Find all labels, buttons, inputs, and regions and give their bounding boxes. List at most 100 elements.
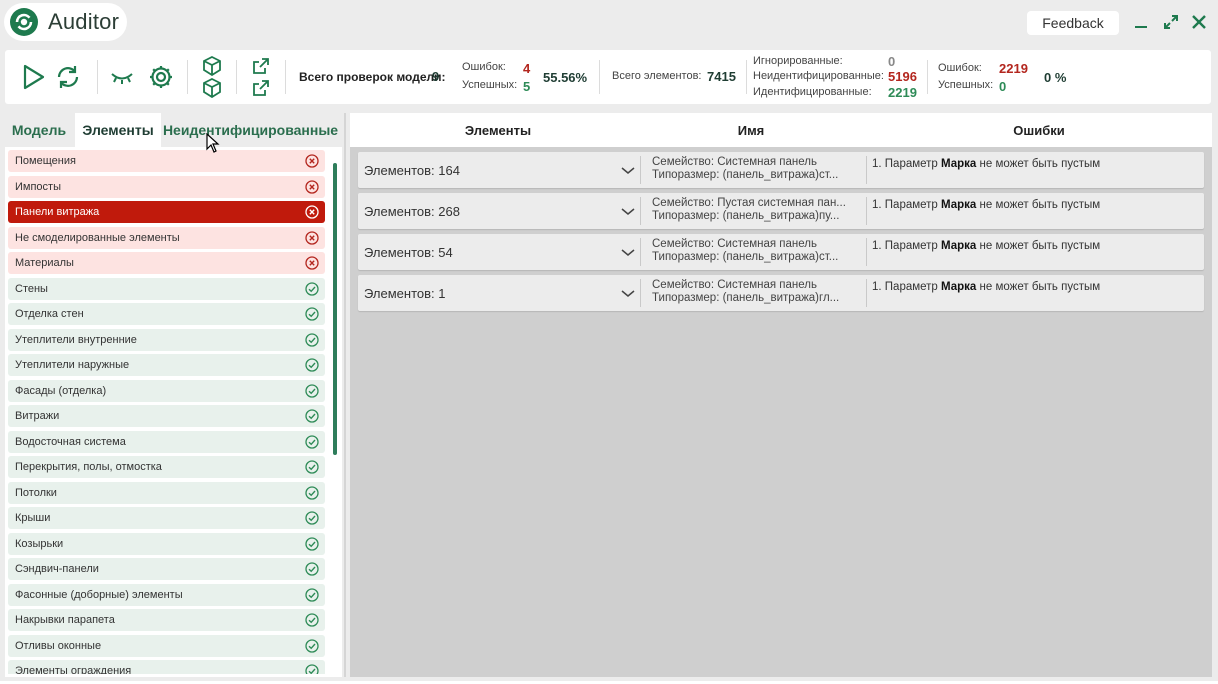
model-checks-value: 9 <box>432 69 440 84</box>
element-success-value: 0 <box>999 79 1007 94</box>
category-item[interactable]: Сэндвич-панели <box>8 558 325 580</box>
close-icon[interactable] <box>1188 11 1210 33</box>
check-circle-icon <box>305 485 319 500</box>
category-label: Водосточная система <box>15 435 126 448</box>
check-circle-icon <box>305 587 319 602</box>
error-parameter: Марка <box>941 281 977 293</box>
category-item[interactable]: Витражи <box>8 405 325 427</box>
chevron-down-icon[interactable] <box>620 245 636 259</box>
type-name: Типоразмер: (панель_витража)пу... <box>652 210 840 222</box>
column-header-errors: Ошибки <box>1013 122 1065 138</box>
title-bar: Auditor Feedback <box>0 0 1218 46</box>
identified-label: Идентифицированные: <box>753 86 872 98</box>
category-item[interactable]: Водосточная система <box>8 430 325 453</box>
eye-closed-icon[interactable] <box>110 66 134 88</box>
element-count: Элементов: 1 <box>364 285 446 301</box>
unidentified-value: 5196 <box>888 69 917 84</box>
category-item[interactable]: Материалы <box>8 252 325 274</box>
results-panel: Элементы Имя Ошибки Элементов: 164 Семейс… <box>350 113 1212 677</box>
check-circle-icon <box>305 307 319 321</box>
category-label: Фасады (отделка) <box>15 384 107 397</box>
category-item[interactable]: Потолки <box>8 481 325 504</box>
element-name: Семейство: Системная панель Типоразмер: (… <box>652 238 862 264</box>
tab-unidentified[interactable]: Неидентифицированные <box>163 113 338 147</box>
category-item[interactable]: Стены <box>8 277 325 300</box>
results-header: Элементы Имя Ошибки <box>350 113 1212 147</box>
toolbar-separator <box>285 60 286 94</box>
model-checks-label: Всего проверок модели: <box>299 70 446 84</box>
category-scrollbar[interactable] <box>333 163 337 455</box>
category-item[interactable]: Крыши <box>8 507 325 529</box>
category-item[interactable]: Импосты <box>8 175 325 198</box>
category-item[interactable]: Отделка стен <box>8 303 325 325</box>
minimize-icon[interactable] <box>1130 11 1152 33</box>
result-row[interactable]: Элементов: 54 Семейство: Системная панель… <box>358 234 1204 270</box>
error-prefix: 1. Параметр <box>872 199 938 211</box>
check-circle-icon <box>305 664 319 674</box>
refresh-icon[interactable] <box>54 63 82 91</box>
categories-panel: Модель Элементы Неидентифицированные Пом… <box>5 113 342 677</box>
toolbar: Всего проверок модели: 9 Ошибок: 4 Успеш… <box>5 50 1211 104</box>
category-label: Накрывки парапета <box>15 614 115 626</box>
chevron-down-icon[interactable] <box>620 163 636 177</box>
export-alt-icon[interactable] <box>251 78 271 98</box>
category-item[interactable]: Фасонные (доборные) элементы <box>8 583 325 606</box>
error-message: 1. Параметр Марка не может быть пустым <box>872 158 1100 170</box>
tab-elements[interactable]: Элементы <box>75 113 161 147</box>
category-item[interactable]: Панели витража <box>8 201 325 223</box>
gear-icon[interactable] <box>148 64 174 90</box>
play-icon[interactable] <box>21 63 47 91</box>
category-label: Не смоделированные элементы <box>15 231 180 244</box>
category-item[interactable]: Утеплители наружные <box>8 354 325 376</box>
category-item[interactable]: Элементы ограждения <box>8 660 325 674</box>
maximize-icon[interactable] <box>1160 11 1182 33</box>
category-item[interactable]: Отливы оконные <box>8 634 325 657</box>
category-label: Отделка стен <box>15 308 84 320</box>
cube-icon[interactable] <box>201 56 223 76</box>
app-logo: Auditor <box>4 3 127 41</box>
category-item[interactable]: Помещения <box>8 150 325 172</box>
model-success-label: Успешных: <box>462 79 518 91</box>
error-suffix: не может быть пустым <box>979 158 1101 170</box>
export-icon[interactable] <box>251 56 271 76</box>
element-count: Элементов: 164 <box>364 162 460 178</box>
family-name: Семейство: Пустая системная пан... <box>652 197 846 209</box>
result-row[interactable]: Элементов: 268 Семейство: Пустая системна… <box>358 193 1204 229</box>
error-circle-icon <box>305 256 319 270</box>
model-percent: 55.56% <box>543 70 588 85</box>
feedback-button[interactable]: Feedback <box>1027 11 1119 35</box>
category-label: Сэндвич-панели <box>15 563 99 575</box>
category-list: Помещения Импосты Панели витража Не смодели… <box>8 150 325 674</box>
category-label: Панели витража <box>15 206 100 218</box>
row-separator <box>866 279 867 307</box>
category-label: Стены <box>15 282 48 295</box>
category-item[interactable]: Фасады (отделка) <box>8 379 325 402</box>
category-item[interactable]: Утеплители внутренние <box>8 328 325 351</box>
panel-divider[interactable] <box>344 113 346 677</box>
tab-model[interactable]: Модель <box>5 113 73 147</box>
cubes-icon[interactable] <box>201 78 223 98</box>
unidentified-label: Неидентифицированные: <box>753 70 884 82</box>
result-row[interactable]: Элементов: 1 Семейство: Системная панель Т… <box>358 275 1204 311</box>
row-separator <box>640 197 641 225</box>
check-circle-icon <box>305 460 319 474</box>
check-circle-icon <box>305 281 319 296</box>
check-circle-icon <box>305 536 319 551</box>
check-circle-icon <box>305 332 319 347</box>
error-circle-icon <box>305 205 319 219</box>
chevron-down-icon[interactable] <box>620 286 636 300</box>
model-success-value: 5 <box>523 79 531 94</box>
element-errors-value: 2219 <box>999 61 1028 76</box>
category-item[interactable]: Козырьки <box>8 532 325 555</box>
chevron-down-icon[interactable] <box>620 204 636 218</box>
category-item[interactable]: Не смоделированные элементы <box>8 226 325 249</box>
error-prefix: 1. Параметр <box>872 240 938 252</box>
toolbar-separator <box>927 60 928 94</box>
category-item[interactable]: Накрывки парапета <box>8 609 325 631</box>
error-prefix: 1. Параметр <box>872 158 938 170</box>
category-label: Отливы оконные <box>15 639 102 652</box>
category-item[interactable]: Перекрытия, полы, отмостка <box>8 456 325 478</box>
category-label: Фасонные (доборные) элементы <box>15 588 183 601</box>
category-label: Помещения <box>15 155 76 167</box>
result-row[interactable]: Элементов: 164 Семейство: Системная панел… <box>358 152 1204 188</box>
